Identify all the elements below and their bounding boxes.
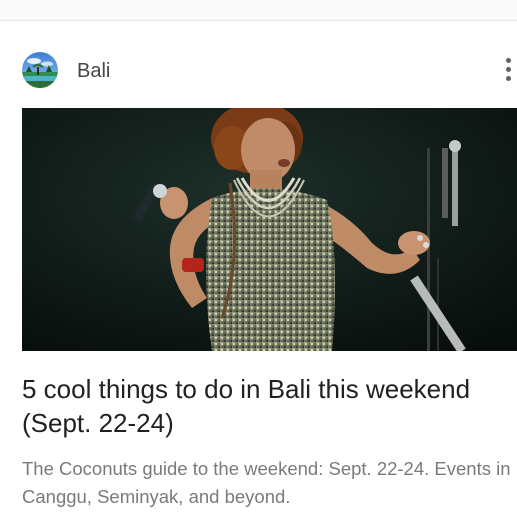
bali-landscape-avatar-icon — [22, 52, 58, 88]
source-avatar[interactable] — [22, 52, 58, 88]
article-snippet: The Coconuts guide to the weekend: Sept.… — [22, 458, 511, 507]
card-header: Bali — [0, 44, 517, 98]
top-divider-strip — [0, 0, 517, 21]
more-vertical-icon-dot — [506, 67, 511, 72]
source-name[interactable]: Bali — [77, 59, 110, 83]
more-vertical-icon-dot — [506, 76, 511, 81]
more-vertical-icon — [506, 58, 511, 63]
article-image[interactable] — [22, 108, 517, 351]
more-options-button[interactable] — [498, 54, 517, 86]
singer-on-stage-photo — [22, 108, 517, 351]
news-feed-screen: Bali 5 cool things to do in Bali this we… — [0, 0, 517, 517]
article-headline[interactable]: 5 cool things to do in Bali this weekend… — [22, 372, 502, 440]
